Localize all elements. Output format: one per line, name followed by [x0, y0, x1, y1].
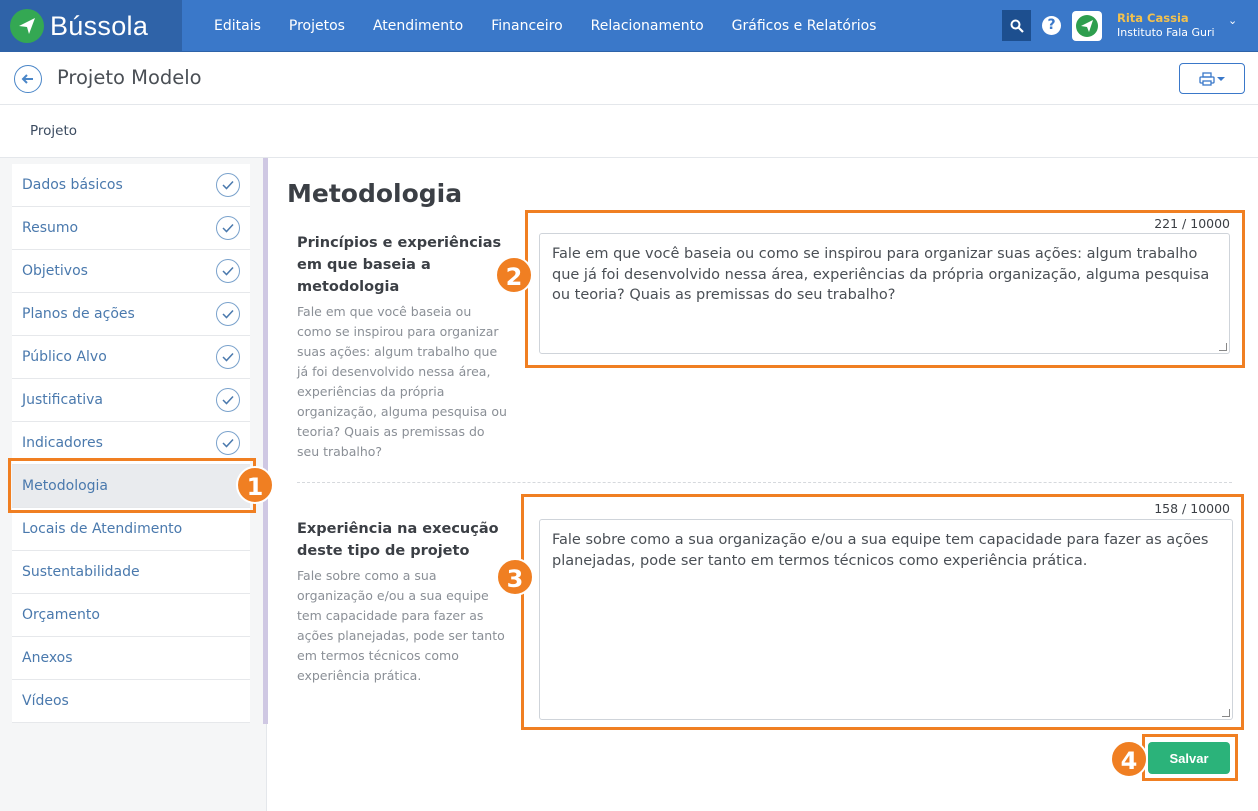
sidebar-item-label: Indicadores [22, 435, 103, 451]
check-icon [216, 345, 240, 369]
nav-financeiro[interactable]: Financeiro [491, 18, 562, 34]
check-icon [216, 173, 240, 197]
highlight-metodologia [8, 458, 256, 513]
sidebar-item[interactable]: Planos de ações [12, 293, 250, 336]
compass-logo-icon [10, 9, 44, 43]
sidebar-item-label: Resumo [22, 220, 79, 236]
nav-graficos-relatorios[interactable]: Gráficos e Relatórios [732, 18, 877, 34]
section-title: Metodologia [287, 179, 463, 208]
highlight-experiencia [521, 494, 1244, 730]
annotation-badge-3: 3 [496, 558, 534, 596]
nav-projetos[interactable]: Projetos [289, 18, 345, 34]
sidebar-item[interactable]: Orçamento [12, 594, 250, 637]
sidebar-item-label: Dados básicos [22, 177, 123, 193]
sidebar-item-label: Locais de Atendimento [22, 521, 183, 537]
user-organization[interactable]: Instituto Fala Guri [1117, 26, 1215, 39]
annotation-badge-2: 2 [495, 256, 533, 294]
field-help-experiencia: Fale sobre como a sua organização e/ou a… [297, 568, 505, 683]
sidebar-item-label: Orçamento [22, 607, 100, 623]
nav-editais[interactable]: Editais [214, 18, 261, 34]
check-icon [216, 388, 240, 412]
search-button[interactable] [1002, 10, 1031, 41]
check-icon [216, 302, 240, 326]
help-icon[interactable]: ? [1042, 16, 1061, 35]
user-name[interactable]: Rita Cassia [1117, 11, 1189, 25]
sidebar-item[interactable]: Público Alvo [12, 336, 250, 379]
divider [297, 482, 1232, 483]
sidebar-item[interactable]: Resumo [12, 207, 250, 250]
search-icon [1010, 19, 1024, 33]
field-label-experiencia: Experiência na execução deste tipo de pr… [297, 521, 499, 559]
sidebar-item[interactable]: Sustentabilidade [12, 551, 250, 594]
avatar[interactable] [1072, 11, 1102, 41]
print-button[interactable] [1179, 63, 1245, 94]
sidebar-item-label: Planos de ações [22, 306, 135, 322]
highlight-principios [525, 210, 1245, 368]
sidebar-item-label: Objetivos [22, 263, 88, 279]
logo[interactable]: Bússola [0, 0, 182, 52]
sidebar-item-label: Justificativa [22, 392, 104, 408]
logo-text: Bússola [50, 10, 149, 41]
check-icon [216, 259, 240, 283]
field-help-principios: Fale em que você baseia ou como se inspi… [297, 304, 507, 459]
nav-atendimento[interactable]: Atendimento [373, 18, 463, 34]
sidebar-item[interactable]: Dados básicos [12, 164, 250, 207]
annotation-badge-1: 1 [236, 466, 274, 504]
tab-bar: Projeto [0, 106, 1258, 158]
check-icon [216, 216, 240, 240]
sidebar-item[interactable]: Locais de Atendimento [12, 508, 250, 551]
sidebar-item-label: Anexos [22, 650, 73, 666]
arrow-left-icon [21, 74, 33, 84]
printer-icon [1199, 71, 1215, 86]
main-nav: Editais Projetos Atendimento Financeiro … [200, 0, 890, 52]
sidebar-item[interactable]: Objetivos [12, 250, 250, 293]
chevron-down-icon[interactable]: ⌄ [1228, 14, 1237, 27]
sidebar-item-label: Vídeos [22, 693, 69, 709]
nav-relacionamento[interactable]: Relacionamento [591, 18, 704, 34]
sidebar-item[interactable]: Anexos [12, 637, 250, 680]
sidebar-list: Dados básicos Resumo Objetivos Planos de aç… [12, 164, 250, 723]
title-bar: Projeto Modelo [0, 53, 1258, 105]
back-button[interactable] [14, 65, 42, 93]
page-title: Projeto Modelo [57, 66, 202, 89]
sidebar-item[interactable]: Vídeos [12, 680, 250, 723]
sidebar-item[interactable]: Justificativa [12, 379, 250, 422]
tab-projeto[interactable]: Projeto [30, 123, 77, 139]
sidebar-item-label: Público Alvo [22, 349, 107, 365]
check-icon [216, 431, 240, 455]
annotation-badge-4: 4 [1110, 740, 1148, 778]
sidebar-item-label: Sustentabilidade [22, 564, 140, 580]
field-label-principios: Princípios e experiências em que baseia … [297, 235, 502, 295]
top-navbar: Bússola Editais Projetos Atendimento Fin… [0, 0, 1258, 52]
highlight-save [1142, 734, 1238, 781]
caret-down-icon [1217, 76, 1225, 81]
